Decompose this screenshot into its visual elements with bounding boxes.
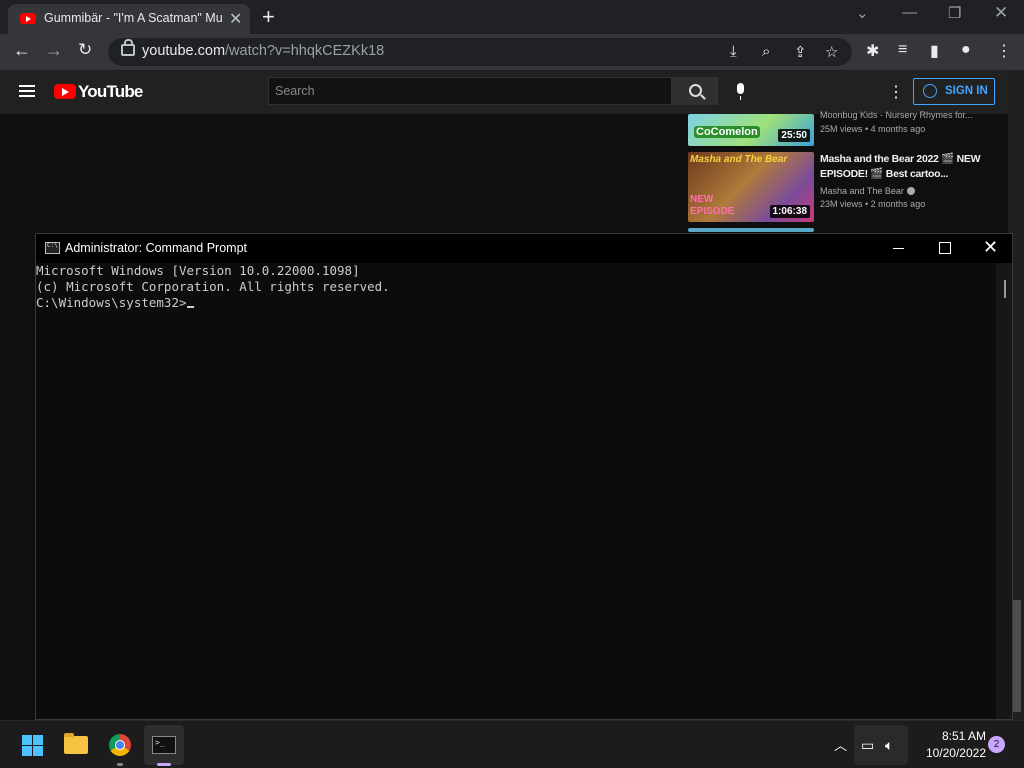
back-button[interactable]: ← — [13, 40, 31, 61]
cmd-close-button[interactable]: ✕ — [983, 237, 998, 258]
cmd-scrollbar-thumb[interactable] — [1004, 280, 1006, 298]
browser-tab[interactable]: Gummibär - "I'm A Scatman" Mu ✕ — [8, 4, 250, 34]
terminal-taskbar-button[interactable] — [144, 725, 184, 766]
profile-icon[interactable]: ● — [961, 41, 971, 59]
new-tab-button[interactable]: + — [262, 4, 275, 30]
video-meta: 23M views • 2 months ago — [820, 199, 926, 209]
taskbar: ︿ ▭ 🔈︎ 8:51 AM 10/20/2022 2 — [0, 720, 1024, 768]
cmd-title: Administrator: Command Prompt — [65, 241, 248, 255]
video-thumbnail[interactable]: Masha and The Bear NEW EPISODE 1:06:38 — [688, 152, 814, 222]
verified-check-icon — [906, 187, 915, 195]
browser-toolbar: ← → ↻ youtube.com/watch?v=hhqkCEZKk18 ⤓ … — [0, 34, 1024, 70]
chrome-menu-icon[interactable]: ⋮ — [996, 41, 1012, 61]
tab-title: Gummibär - "I'm A Scatman" Mu — [44, 11, 222, 25]
text-cursor — [186, 306, 194, 308]
quick-settings-button[interactable]: ▭ 🔈︎ — [854, 725, 908, 765]
youtube-favicon-icon — [20, 13, 36, 24]
more-options-icon[interactable]: ⋮ — [888, 82, 904, 102]
thumbnail-logo-text: CoComelon — [694, 126, 760, 138]
search-placeholder: Search — [275, 84, 315, 98]
tab-search-icon[interactable]: ⌄ — [856, 4, 869, 22]
clock-date[interactable]: 10/20/2022 — [914, 746, 986, 760]
forward-button[interactable]: → — [45, 40, 63, 61]
cmd-console-output[interactable]: Microsoft Windows [Version 10.0.22000.10… — [36, 263, 996, 719]
account-icon — [923, 84, 937, 98]
zoom-icon[interactable]: ⌕ — [762, 43, 770, 60]
bookmark-star-icon[interactable]: ☆ — [825, 43, 838, 61]
install-app-icon[interactable]: ⤓ — [730, 43, 737, 60]
sign-in-label: SIGN IN — [945, 85, 988, 97]
microphone-icon[interactable] — [737, 83, 744, 100]
url-text[interactable]: youtube.com/watch?v=hhqkCEZKk18 — [142, 43, 384, 59]
close-window-button[interactable]: ✕ — [994, 3, 1008, 23]
start-button[interactable] — [12, 725, 52, 765]
console-line: Microsoft Windows [Version 10.0.22000.10… — [36, 263, 360, 278]
minimize-window-button[interactable]: — — [902, 4, 917, 21]
share-icon[interactable]: ⇪ — [794, 43, 807, 61]
sign-in-button[interactable]: SIGN IN — [913, 78, 995, 105]
volume-icon: 🔈︎ — [885, 737, 894, 753]
windows-logo-icon — [22, 735, 43, 756]
url-domain: youtube.com — [142, 43, 226, 59]
video-channel[interactable]: Masha and The Bear — [820, 186, 915, 196]
console-prompt: C:\Windows\system32> — [36, 295, 187, 310]
clock-time[interactable]: 8:51 AM — [926, 729, 986, 743]
thumbnail-badge-text: NEW EPISODE — [690, 194, 735, 217]
video-meta: 25M views • 4 months ago — [820, 124, 926, 134]
youtube-search-input[interactable]: Search — [268, 77, 672, 105]
youtube-search-button[interactable] — [672, 77, 718, 105]
side-panel-icon[interactable]: ▮ — [930, 41, 939, 61]
active-indicator — [157, 763, 171, 766]
chrome-taskbar-button[interactable] — [100, 725, 140, 766]
youtube-header: YouTube Search ⋮ SIGN IN — [0, 70, 1008, 114]
lock-icon[interactable] — [121, 39, 135, 56]
console-line: (c) Microsoft Corporation. All rights re… — [36, 279, 390, 294]
running-indicator — [117, 763, 123, 766]
video-title[interactable]: Masha and the Bear 2022 🎬 NEW EPISODE! 🎬… — [820, 152, 990, 182]
media-control-icon[interactable]: ≡ — [898, 41, 907, 59]
cmd-maximize-button[interactable] — [939, 242, 951, 254]
cmd-scrollbar[interactable] — [996, 263, 1012, 719]
command-prompt-window[interactable]: Administrator: Command Prompt ✕ Microsof… — [35, 233, 1013, 720]
command-prompt-icon — [152, 736, 176, 754]
video-thumbnail[interactable]: CoComelon 25:50 — [688, 114, 814, 146]
video-thumbnail[interactable] — [688, 228, 814, 232]
chrome-icon — [109, 734, 131, 756]
browser-tab-strip: Gummibär - "I'm A Scatman" Mu ✕ + ⌄ — ❐ … — [0, 0, 1024, 34]
command-prompt-icon — [45, 242, 60, 254]
cmd-titlebar[interactable]: Administrator: Command Prompt ✕ — [36, 234, 1012, 263]
search-icon — [689, 84, 702, 97]
video-duration: 1:06:38 — [769, 205, 810, 218]
video-channel[interactable]: Moonbug Kids - Nursery Rhymes for... — [820, 110, 973, 120]
youtube-logo-text[interactable]: YouTube — [78, 82, 143, 102]
show-hidden-icons-chevron-icon[interactable]: ︿ — [834, 735, 847, 754]
channel-name: Masha and The Bear — [820, 186, 904, 196]
file-explorer-button[interactable] — [56, 725, 96, 765]
restore-window-button[interactable]: ❐ — [948, 4, 961, 22]
notification-badge[interactable]: 2 — [988, 736, 1005, 753]
hamburger-menu-icon[interactable] — [19, 85, 35, 97]
extensions-icon[interactable]: ✱ — [866, 41, 879, 61]
folder-icon — [64, 733, 88, 754]
thumbnail-logo-text: Masha and The Bear — [690, 154, 788, 165]
video-duration: 25:50 — [778, 129, 810, 142]
url-path: /watch?v=hhqkCEZKk18 — [225, 43, 385, 59]
address-bar[interactable]: youtube.com/watch?v=hhqkCEZKk18 ⤓ ⌕ ⇪ ☆ — [108, 38, 852, 66]
console-prompt-line[interactable]: C:\Windows\system32> — [36, 295, 996, 311]
youtube-logo-icon[interactable] — [54, 84, 76, 99]
network-icon: ▭ — [861, 737, 875, 753]
reload-button[interactable]: ↻ — [78, 40, 92, 60]
page-scrollbar-thumb[interactable] — [1012, 600, 1021, 712]
tab-close-icon[interactable]: ✕ — [229, 9, 242, 29]
cmd-minimize-button[interactable] — [893, 248, 904, 249]
